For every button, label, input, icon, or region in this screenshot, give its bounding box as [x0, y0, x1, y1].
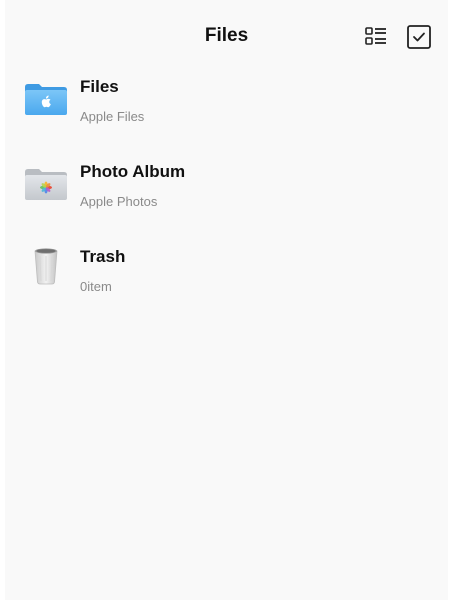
trash-bin-icon	[34, 248, 58, 285]
photos-folder-icon	[25, 169, 67, 200]
list-item-files[interactable]: Files Apple Files	[5, 72, 448, 157]
select-button[interactable]	[406, 24, 432, 50]
item-title: Files	[80, 77, 119, 96]
item-subtitle: 0item	[80, 279, 112, 294]
list-view-button[interactable]	[363, 24, 389, 50]
item-subtitle: Apple Photos	[80, 194, 158, 209]
item-title: Trash	[80, 247, 126, 266]
list-item-photo-album[interactable]: Photo Album Apple Photos	[5, 157, 448, 242]
item-subtitle: Apple Files	[80, 109, 145, 124]
storage-list: Files Apple Files Photo Album Apple Phot…	[5, 72, 448, 327]
navigation-header: Files	[5, 0, 448, 72]
list-item-trash[interactable]: Trash 0item	[5, 242, 448, 327]
blue-folder-apple-icon	[25, 84, 67, 115]
files-screen: Files Files Apple Files Photo Album Appl…	[5, 0, 448, 600]
list-view-icon	[365, 27, 386, 45]
item-title: Photo Album	[80, 162, 186, 181]
checkbox-select-icon	[407, 25, 431, 49]
